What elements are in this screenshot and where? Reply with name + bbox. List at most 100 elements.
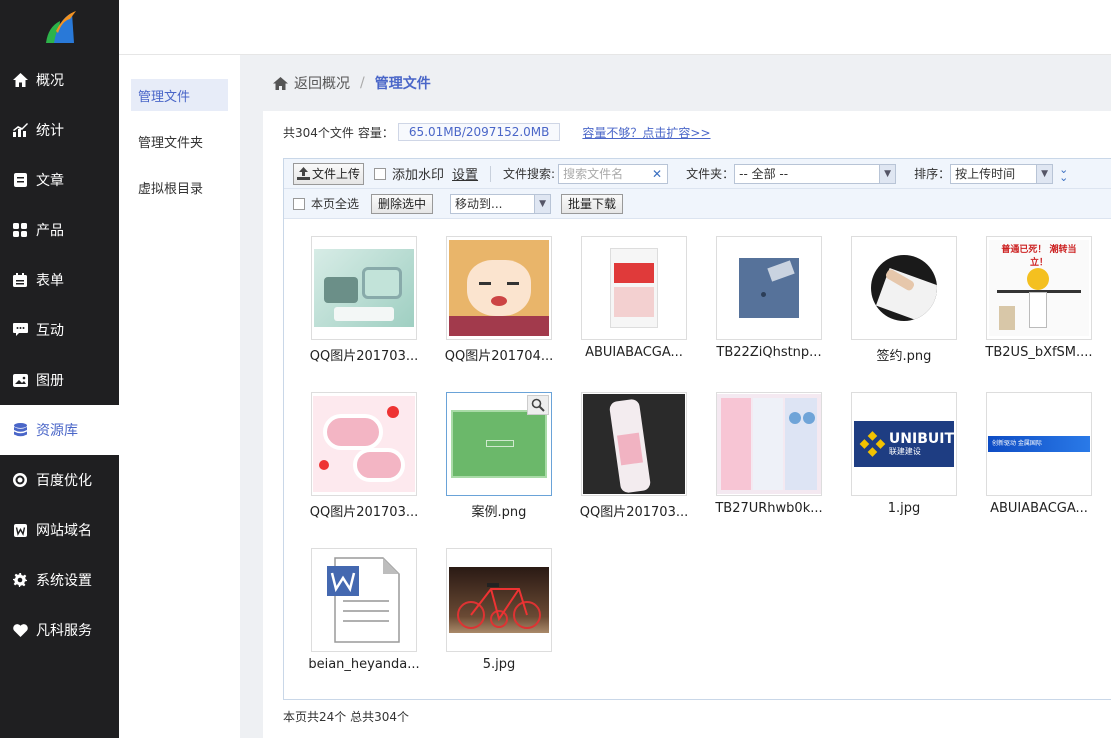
nav-item-label: 产品 [36, 223, 64, 239]
nav-item-album[interactable]: 图册 [0, 355, 119, 405]
file-item[interactable]: QQ图片201703... [310, 236, 418, 364]
file-item[interactable]: ABUIABACGA... [581, 236, 687, 360]
nav-item-articles[interactable]: 文章 [0, 155, 119, 205]
move-to-select[interactable]: 移动到... ▼ [450, 193, 552, 214]
file-name: ABUIABACGA... [585, 345, 683, 360]
article-icon [12, 172, 28, 188]
file-item[interactable]: TB27URhwb0k... [715, 392, 823, 516]
watermark-settings-link[interactable]: 设置 [452, 164, 478, 183]
file-thumbnail[interactable] [446, 236, 552, 340]
file-thumbnail[interactable] [311, 548, 417, 652]
watermark-option[interactable]: 添加水印 [374, 164, 444, 183]
thumb-title: 普通已死！ 潮转当立！ [1001, 245, 1077, 268]
file-item[interactable]: 普通已死！ 潮转当立！ TB2US_bXfSM.... [985, 236, 1093, 360]
subnav-manage-files[interactable]: 管理文件 [131, 79, 228, 111]
file-thumbnail[interactable] [446, 548, 552, 652]
file-thumbnail[interactable] [716, 392, 822, 496]
home-icon [273, 76, 288, 90]
toolbar-primary: 文件上传 添加水印 设置 文件搜索: 搜索文件名 ✕ 文件夹： -- 全部 --… [284, 159, 1111, 189]
file-thumbnail[interactable] [311, 236, 417, 340]
expand-more-icon[interactable]: ⌄ ⌄ [1059, 164, 1068, 183]
nav-item-interaction[interactable]: 互动 [0, 305, 119, 355]
file-thumbnail[interactable]: UNIBUIT 联建建设 [851, 392, 957, 496]
nav-item-stats[interactable]: 统计 [0, 105, 119, 155]
grid-icon [12, 222, 28, 238]
subnav-manage-folders[interactable]: 管理文件夹 [131, 125, 228, 157]
chart-icon [12, 122, 28, 138]
back-link[interactable]: 返回概况 [273, 73, 350, 93]
zoom-icon[interactable] [527, 395, 549, 415]
calendar-icon [12, 272, 28, 288]
capacity-label: 容量： [357, 125, 394, 140]
watermark-checkbox[interactable] [374, 167, 387, 180]
batch-download-button[interactable]: 批量下载 [561, 193, 624, 214]
file-item[interactable]: QQ图片201703... [310, 392, 418, 520]
file-thumbnail[interactable] [446, 392, 552, 496]
file-thumbnail[interactable] [581, 236, 687, 340]
nav-item-forms[interactable]: 表单 [0, 255, 119, 305]
file-item[interactable]: 创新驱动 金属国际 ABUIABACGA... [986, 392, 1092, 516]
gear-icon [12, 572, 28, 588]
gutter [240, 55, 263, 738]
total-files: 共304个文件 [283, 125, 354, 140]
banner-text: 创新驱动 金属国际 [988, 436, 1090, 452]
file-item[interactable]: 5.jpg [446, 548, 552, 672]
file-name: 1.jpg [887, 501, 921, 516]
file-item[interactable]: 签约.png [851, 236, 957, 364]
nav-item-label: 统计 [36, 123, 64, 139]
expand-capacity-link[interactable]: 容量不够？点击扩容>> [582, 124, 710, 141]
word-doc-icon [327, 557, 400, 643]
file-thumbnail[interactable] [716, 236, 822, 340]
file-item[interactable]: QQ图片201703... [580, 392, 688, 520]
select-all-option[interactable]: 本页全选 [293, 195, 359, 212]
sort-select[interactable]: 按上传时间 ▼ [950, 163, 1054, 184]
file-name: TB22ZiQhstnp... [716, 345, 822, 360]
nav-item-seo[interactable]: 百度优化 [0, 455, 119, 505]
unibuilt-text: UNIBUIT [888, 431, 954, 447]
upload-label: 文件上传 [312, 167, 361, 181]
logo[interactable] [0, 0, 119, 55]
nav-item-label: 百度优化 [36, 473, 92, 489]
search-input[interactable]: 搜索文件名 ✕ [558, 163, 669, 184]
subnav-virtual-root[interactable]: 虚拟根目录 [131, 171, 228, 203]
nav-item-service[interactable]: 凡科服务 [0, 605, 119, 655]
file-name: beian_heyanda... [308, 657, 420, 672]
nav-item-label: 表单 [36, 273, 64, 289]
sub-nav: 管理文件 管理文件夹 虚拟根目录 [119, 55, 240, 738]
file-item[interactable]: TB22ZiQhstnp... [716, 236, 822, 360]
delete-selected-button[interactable]: 删除选中 [371, 193, 434, 214]
capacity-info: 共304个文件 容量： 65.01MB/2097152.0MB 容量不够？点击扩… [263, 111, 1111, 153]
folder-select[interactable]: -- 全部 -- ▼ [734, 163, 897, 184]
nav-item-products[interactable]: 产品 [0, 205, 119, 255]
select-all-label: 本页全选 [311, 197, 360, 211]
nav-item-label: 互动 [36, 323, 64, 339]
file-item[interactable]: 案例.png [446, 392, 552, 520]
chevron-down-icon: ▼ [534, 194, 551, 213]
back-label: 返回概况 [294, 76, 350, 92]
toolbar-secondary: 本页全选 删除选中 移动到... ▼ 批量下载 [284, 189, 1111, 219]
file-thumbnail[interactable]: 创新驱动 金属国际 [986, 392, 1092, 496]
file-name: QQ图片201703... [309, 349, 419, 364]
nav-item-label: 概况 [36, 73, 64, 89]
file-thumbnail[interactable] [851, 236, 957, 340]
file-name: ABUIABACGA... [990, 501, 1088, 516]
select-all-checkbox[interactable] [293, 197, 305, 210]
nav-item-overview[interactable]: 概况 [0, 55, 119, 105]
nav-item-label: 凡科服务 [36, 623, 92, 639]
sort-label: 排序： [914, 167, 951, 181]
file-item[interactable]: UNIBUIT 联建建设 1.jpg [851, 392, 957, 516]
album-icon [12, 372, 28, 388]
file-thumbnail[interactable]: 普通已死！ 潮转当立！ [986, 236, 1092, 340]
file-item[interactable]: beian_heyanda... [308, 548, 420, 672]
nav-item-settings[interactable]: 系统设置 [0, 555, 119, 605]
breadcrumb-current: 管理文件 [374, 76, 431, 92]
file-item[interactable]: QQ图片201704... [445, 236, 553, 364]
file-name: 签约.png [876, 349, 932, 364]
nav-item-domain[interactable]: 网站域名 [0, 505, 119, 555]
nav-item-resources[interactable]: 资源库 [0, 405, 119, 455]
page-count: 本页共24个 总共304个 [283, 710, 409, 724]
clear-search-icon[interactable]: ✕ [652, 167, 662, 181]
file-thumbnail[interactable] [311, 392, 417, 496]
file-thumbnail[interactable] [581, 392, 687, 496]
upload-button[interactable]: 文件上传 [293, 162, 365, 185]
